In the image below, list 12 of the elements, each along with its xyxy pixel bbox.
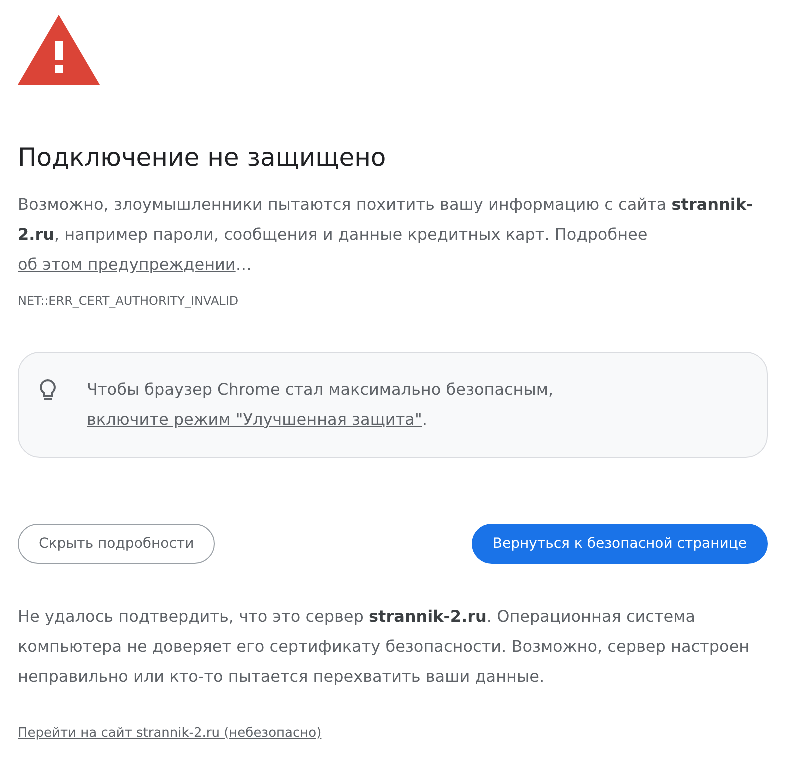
- lightbulb-icon: [39, 379, 57, 403]
- back-to-safety-button[interactable]: Вернуться к безопасной странице: [472, 524, 768, 564]
- details-text: Не удалось подтвердить, что это сервер strannik-2.ru. Операционная система компьютера не доверяет его сертификату безопасности. Возможно, сервер настроен неправильно или кто-то пытается перехватить ваши данные.: [18, 606, 751, 688]
- error-code: NET::ERR_CERT_AUTHORITY_INVALID: [18, 294, 240, 308]
- hide-details-button[interactable]: Скрыть подробности: [18, 524, 216, 564]
- learn-more-link[interactable]: об этом предупреждении: [18, 255, 236, 274]
- warning-icon: [18, 15, 100, 85]
- page-title: Подключение не защищено: [18, 143, 388, 172]
- warning-text: Возможно, злоумышленники пытаются похитить вашу информацию с сайта strannik-2.ru, например пароли, сообщения и данные кредитных карт. Подробнее об этом предупреждении…: [18, 194, 754, 276]
- enhanced-protection-link[interactable]: включите режим "Улучшенная защита": [87, 410, 422, 429]
- proceed-link[interactable]: Перейти на сайт strannik-2.ru (небезопасно): [18, 726, 322, 741]
- tip-text: Чтобы браузер Chrome стал максимально безопасным, включите режим "Улучшенная защита".: [87, 379, 555, 431]
